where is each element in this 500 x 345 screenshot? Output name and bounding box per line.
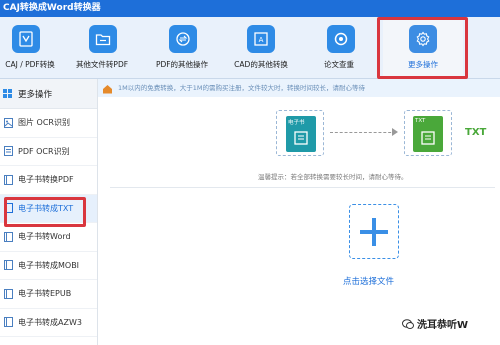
tool-label: 其他文件转PDF [75, 60, 129, 69]
sidebar-item-label: 电子书转换PDF [18, 175, 74, 185]
tool-label: CAD的其他转换 [234, 60, 288, 69]
add-file-button[interactable] [349, 204, 399, 259]
sidebar-header: 更多操作 [0, 79, 97, 109]
tool-label: 论文查重 [324, 60, 354, 69]
grid-icon [3, 89, 13, 99]
main-panel: 1M以内的免费转换，大于1M的需购买注册，文件较大时，转换时间较长，请耐心等待 … [98, 79, 500, 345]
sidebar-item-label: 图片 OCR识别 [18, 118, 70, 128]
image-ocr-icon [3, 117, 13, 128]
ebook-icon [3, 317, 13, 328]
cad-icon: A [247, 25, 275, 53]
target-file-box: TXT [404, 110, 452, 156]
ebook-icon [3, 260, 13, 271]
sidebar-item-label: 电子书转成AZW3 [18, 317, 82, 327]
sidebar-item-image-ocr[interactable]: 图片 OCR识别 [0, 109, 97, 138]
tip-text: 温馨提示：若全部转换需要较长时间，请耐心等待。 [258, 173, 408, 181]
tool-paper-check[interactable]: 论文查重 [307, 17, 371, 79]
txt-badge: TXT [465, 127, 487, 138]
arrow-head [392, 128, 398, 136]
svg-text:A: A [259, 36, 264, 44]
ebook-icon [3, 174, 13, 185]
tool-pdf-other[interactable]: PDF的其他操作 [150, 17, 214, 79]
notice-bar: 1M以内的免费转换，大于1M的需购买注册，文件较大时，转换时间较长，请耐心等待 [98, 79, 500, 97]
folder-icon [89, 25, 117, 53]
tool-other-to-pdf[interactable]: 其他文件转PDF [70, 17, 134, 79]
sidebar-item-label: 电子书转Word [18, 232, 71, 242]
wechat-watermark: 洗耳恭听W [402, 316, 468, 331]
ebook-icon [3, 288, 13, 299]
target-label: TXT [415, 118, 426, 124]
sidebar-item-ebook-to-epub[interactable]: 电子书转EPUB [0, 280, 97, 309]
ebook-icon [3, 231, 13, 242]
ebook-file-icon: 电子书 [286, 116, 316, 152]
tool-label: PDF的其他操作 [155, 60, 209, 69]
conversion-diagram: 电子书 TXT TXT [274, 105, 496, 163]
sidebar-item-ebook-to-azw3[interactable]: 电子书转成AZW3 [0, 309, 97, 337]
highlight-box-ebook-to-txt [4, 197, 86, 227]
caj-convert-icon [12, 25, 40, 53]
source-label: 电子书 [288, 120, 305, 126]
plus-icon [360, 217, 388, 246]
window-title: CAJ转换成Word转换器 [0, 0, 500, 17]
wechat-icon [402, 319, 414, 329]
watermark-text: 洗耳恭听W [417, 320, 469, 331]
txt-file-icon: TXT [413, 116, 443, 152]
pdf-ocr-icon [3, 146, 13, 157]
sidebar-header-label: 更多操作 [18, 89, 53, 100]
search-check-icon [327, 25, 355, 53]
sidebar-item-label: PDF OCR识别 [18, 146, 70, 156]
tool-label: CAJ / PDF转换 [5, 60, 55, 69]
pdf-tools-icon [169, 25, 197, 53]
sidebar-item-ebook-to-pdf[interactable]: 电子书转换PDF [0, 166, 97, 195]
sidebar-item-label: 电子书转成MOBI [18, 260, 80, 270]
house-icon [102, 83, 113, 94]
notice-text: 1M以内的免费转换，大于1M的需购买注册，文件较大时，转换时间较长，请耐心等待 [118, 84, 365, 92]
source-file-box: 电子书 [276, 110, 324, 156]
tool-caj-pdf-convert[interactable]: CAJ / PDF转换 [0, 17, 60, 79]
sidebar-item-ebook-to-word[interactable]: 电子书转Word [0, 223, 97, 252]
arrow-line [330, 132, 396, 133]
tool-cad-other[interactable]: A CAD的其他转换 [229, 17, 293, 79]
choose-file-link[interactable]: 点击选择文件 [343, 275, 394, 287]
highlight-box-more-actions [377, 17, 468, 79]
sidebar-item-pdf-ocr[interactable]: PDF OCR识别 [0, 138, 97, 166]
sidebar-item-label: 电子书转EPUB [18, 289, 72, 299]
sidebar-item-ebook-to-mobi[interactable]: 电子书转成MOBI [0, 252, 97, 280]
